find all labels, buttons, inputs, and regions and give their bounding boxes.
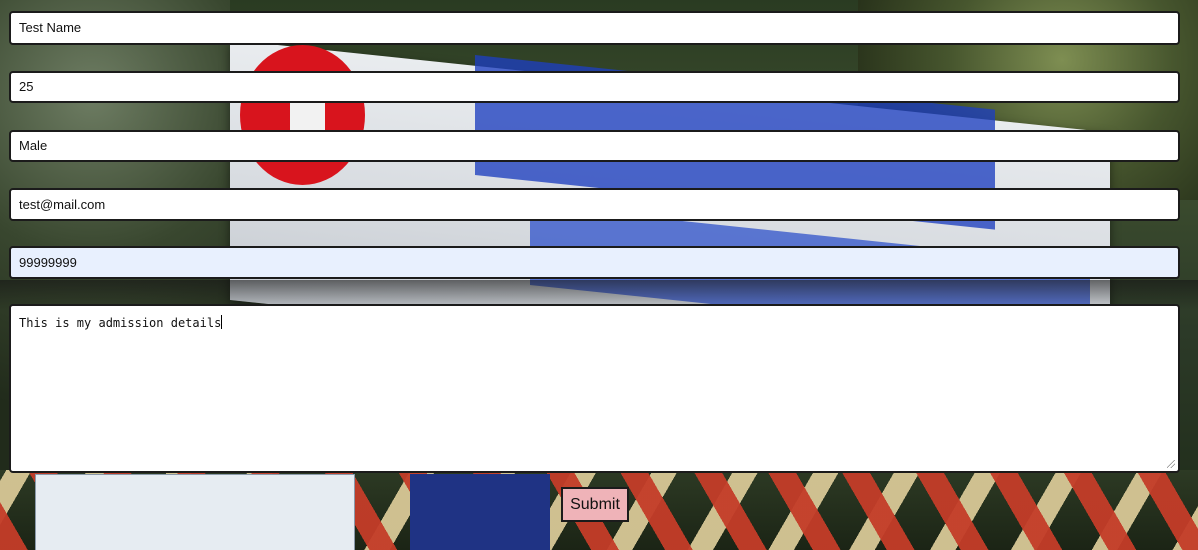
gender-input[interactable]: Male	[9, 130, 1180, 162]
resize-handle-icon[interactable]	[1167, 460, 1175, 468]
submit-button[interactable]: Submit	[561, 487, 629, 522]
admission-form: Test Name 25 Male test@mail.com 99999999…	[0, 0, 1198, 550]
phone-input[interactable]: 99999999	[9, 246, 1180, 279]
age-input[interactable]: 25	[9, 71, 1180, 103]
message-textarea[interactable]: This is my admission details	[9, 304, 1180, 473]
message-text: This is my admission details	[19, 316, 222, 330]
text-caret	[221, 315, 223, 329]
email-input[interactable]: test@mail.com	[9, 188, 1180, 221]
name-input[interactable]: Test Name	[9, 11, 1180, 45]
